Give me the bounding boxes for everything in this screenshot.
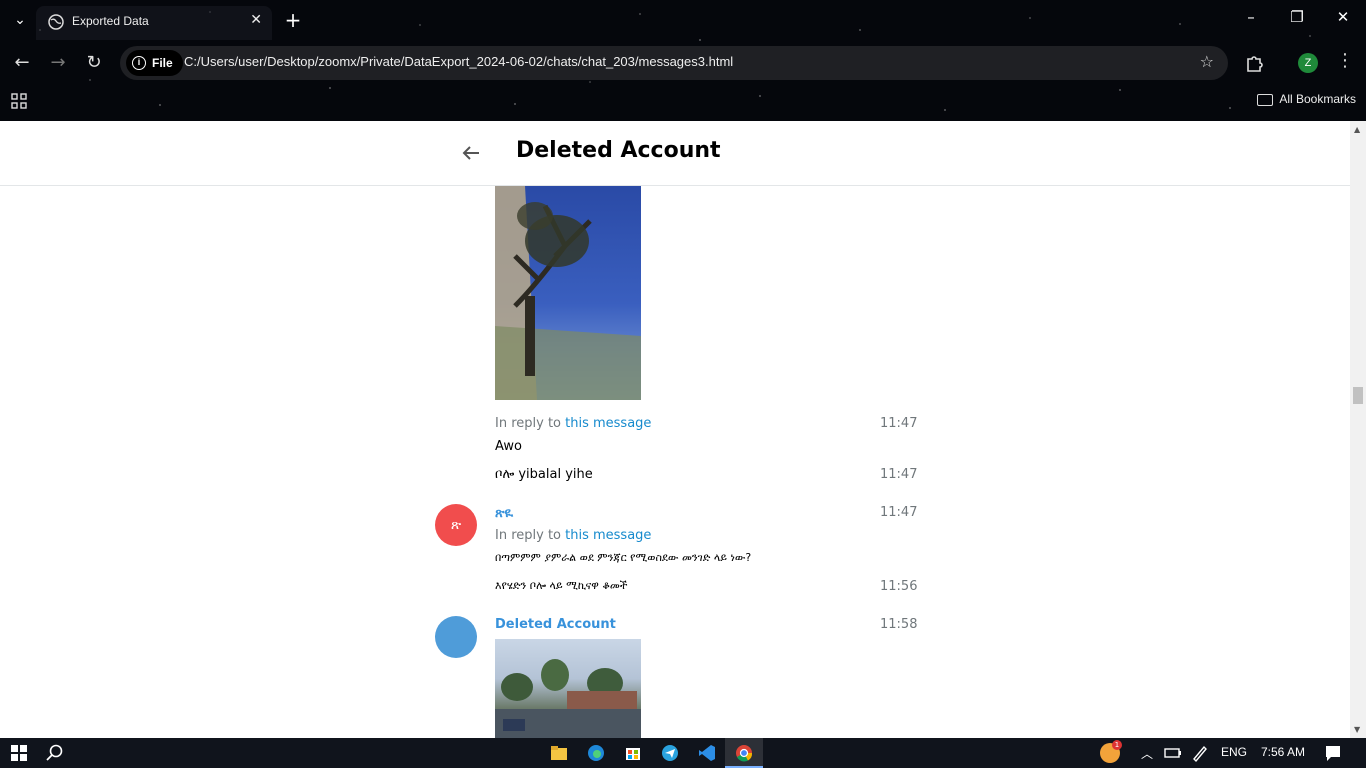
url-text[interactable]: C:/Users/user/Desktop/zoomx/Private/Data… <box>184 54 733 69</box>
avatar: ጽ <box>435 504 477 546</box>
all-bookmarks-label: All Bookmarks <box>1279 92 1356 106</box>
chat-page: Deleted Account In reply to this message… <box>0 121 1350 738</box>
window-close-icon[interactable]: ✕ <box>1328 8 1358 26</box>
all-bookmarks-button[interactable]: All Bookmarks <box>1257 92 1356 106</box>
chat-title: Deleted Account <box>516 138 721 163</box>
tab-strip: ⌄ Exported Data ✕ + – ❐ ✕ <box>0 0 1366 40</box>
restore-icon[interactable]: ❐ <box>1282 8 1312 26</box>
scheme-label: File <box>152 56 173 70</box>
search-icon[interactable] <box>44 742 66 764</box>
clock[interactable]: 7:56 AM <box>1261 745 1305 759</box>
avatar <box>435 616 477 658</box>
message-text: ቦሎ yibalal yihe <box>495 467 593 482</box>
bookmark-star-icon[interactable]: ☆ <box>1200 52 1214 71</box>
tab-close-icon[interactable]: ✕ <box>250 12 262 28</box>
browser-chrome: ⌄ Exported Data ✕ + – ❐ ✕ ← → ↻ i File C… <box>0 0 1366 121</box>
street-photo-drawing <box>495 659 641 738</box>
message-text: Awo <box>495 439 522 454</box>
message-time: 11:56 <box>880 579 918 594</box>
chrome-icon[interactable] <box>733 742 755 764</box>
photo-street[interactable] <box>495 639 641 738</box>
reply-reference: In reply to this message <box>495 528 651 543</box>
message-text: እየሄድን ቦሎ ላይ ሚኪናዋ ቆመች <box>495 579 628 592</box>
message-text: በጣምምም ያምራል ወደ ምንጃር የሚወስደው መንገድ ላይ ነው? <box>495 551 752 564</box>
message-time: 11:58 <box>880 617 918 632</box>
new-tab-plus-icon[interactable]: + <box>283 8 303 32</box>
notification-badge: 1 <box>1112 740 1122 750</box>
edge-icon[interactable] <box>585 742 607 764</box>
reply-reference: In reply to this message <box>495 416 651 431</box>
show-hidden-icons-icon[interactable]: ︿ <box>1141 745 1153 762</box>
extensions-puzzle-icon[interactable] <box>1244 52 1266 74</box>
telegram-icon[interactable] <box>659 742 681 764</box>
scrollbar-thumb[interactable] <box>1353 387 1363 404</box>
folder-icon <box>1257 94 1274 106</box>
message-time: 11:47 <box>880 467 918 482</box>
profile-avatar[interactable]: Z <box>1298 53 1318 73</box>
bookmarks-bar: All Bookmarks <box>0 88 1366 114</box>
reply-prefix: In reply to <box>495 416 566 431</box>
photo-tree[interactable] <box>495 186 641 400</box>
reply-prefix: In reply to <box>495 528 566 543</box>
sender-name[interactable]: ጽዪ <box>495 506 513 521</box>
language-indicator[interactable]: ENG <box>1221 745 1247 759</box>
scroll-up-icon[interactable]: ▲ <box>1354 125 1360 134</box>
toolbar: ← → ↻ i File C:/Users/user/Desktop/zoomx… <box>0 42 1366 84</box>
tree-photo-drawing <box>495 186 641 400</box>
globe-icon <box>48 14 64 30</box>
scroll-down-icon[interactable]: ▼ <box>1354 725 1360 734</box>
reload-icon[interactable]: ↻ <box>82 51 106 75</box>
message-time: 11:47 <box>880 416 918 431</box>
tab-search-chevron-icon[interactable]: ⌄ <box>10 10 30 30</box>
store-icon[interactable] <box>622 742 644 764</box>
minimize-icon[interactable]: – <box>1236 8 1266 26</box>
action-center-icon[interactable] <box>1322 742 1344 764</box>
site-info-chip[interactable]: i File <box>126 50 183 76</box>
info-icon: i <box>132 56 146 70</box>
forward-icon[interactable]: → <box>46 51 70 75</box>
apps-grid-icon[interactable] <box>11 93 27 109</box>
windows-start-icon[interactable] <box>8 742 30 764</box>
page-scrollbar[interactable]: ▲ ▼ <box>1350 121 1366 738</box>
sender-name[interactable]: Deleted Account <box>495 617 616 632</box>
battery-icon[interactable] <box>1162 742 1184 764</box>
vscode-icon[interactable] <box>696 742 718 764</box>
address-bar[interactable]: i File C:/Users/user/Desktop/zoomx/Priva… <box>120 46 1228 80</box>
pen-icon[interactable] <box>1189 742 1211 764</box>
tab-exported-data[interactable]: Exported Data ✕ <box>36 6 272 40</box>
back-arrow-icon[interactable] <box>459 141 483 165</box>
back-icon[interactable]: ← <box>10 51 34 75</box>
reply-link[interactable]: this message <box>565 528 651 543</box>
chat-header: Deleted Account <box>0 121 1350 186</box>
message-time: 11:47 <box>880 505 918 520</box>
browser-menu-icon[interactable]: ⋮ <box>1336 50 1354 71</box>
reply-link[interactable]: this message <box>565 416 651 431</box>
windows-taskbar: 1 ︿ ENG 7:56 AM <box>0 738 1366 768</box>
file-explorer-icon[interactable] <box>548 742 570 764</box>
tab-title: Exported Data <box>72 14 149 28</box>
